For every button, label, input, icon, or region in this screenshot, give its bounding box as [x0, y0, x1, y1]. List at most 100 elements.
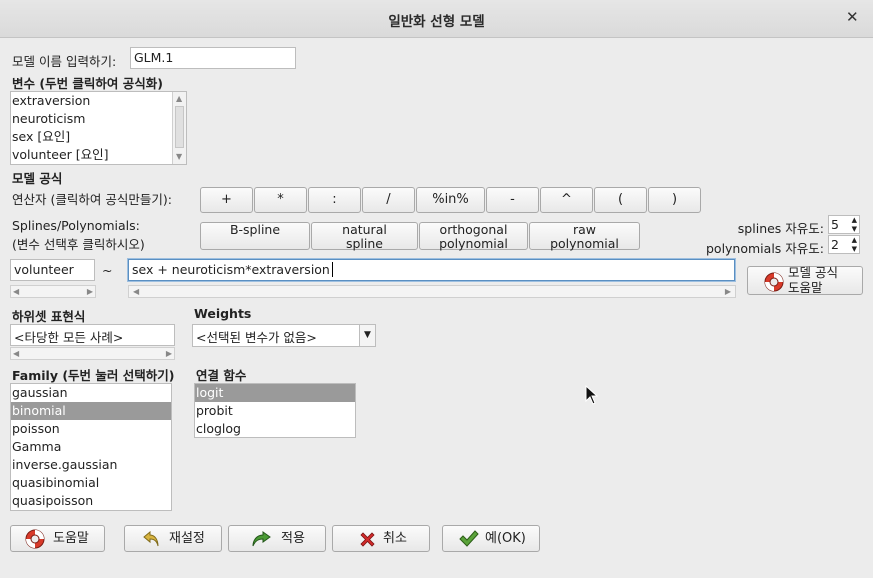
bspline-button[interactable]: B-spline [200, 222, 310, 250]
poly-df-label: polynomials 자유도: [705, 241, 824, 256]
variables-scrollbar[interactable]: ▲ ▼ [172, 92, 186, 164]
scroll-right-icon[interactable]: ▶ [87, 287, 93, 297]
text-cursor [331, 262, 337, 277]
help-button[interactable]: 도움말 [10, 525, 105, 552]
scroll-right-icon[interactable]: ▶ [725, 287, 731, 297]
apply-button[interactable]: 적용 [228, 525, 326, 552]
button-label: 모델 공식 [788, 265, 838, 280]
weights-label: Weights [194, 306, 252, 321]
list-item[interactable]: sex [요인] [11, 128, 186, 146]
scroll-up-icon[interactable]: ▲ [176, 94, 182, 104]
rhs-scrollbar[interactable]: ◀ ▶ [128, 285, 736, 298]
formula-help-label: 모델 공식 도움말 [788, 265, 838, 295]
reset-button[interactable]: 재설정 [124, 525, 222, 552]
formula-help-button[interactable]: 모델 공식 도움말 [747, 265, 863, 295]
subset-scrollbar[interactable]: ◀ ▶ [10, 347, 175, 360]
splines-label: Splines/Polynomials: [12, 218, 140, 233]
raw-polynomial-button[interactable]: raw polynomial [529, 222, 640, 251]
button-label: 재설정 [169, 531, 205, 546]
list-item[interactable]: poisson [11, 420, 171, 438]
chevron-down-icon[interactable]: ▼ [359, 325, 375, 346]
operators-label: 연산자 (클릭하여 공식만들기): [12, 192, 172, 207]
scroll-left-icon[interactable]: ◀ [13, 349, 19, 359]
scroll-right-icon[interactable]: ▶ [166, 349, 172, 359]
natural-spline-button[interactable]: natural spline [311, 222, 418, 251]
variables-listbox[interactable]: extraversion neuroticism sex [요인] volunt… [10, 91, 187, 165]
operator-slash-button[interactable]: / [362, 187, 415, 213]
family-label: Family (두번 눌러 선택하기) [12, 368, 175, 383]
lhs-input[interactable]: volunteer [10, 259, 95, 281]
splines-hint: (변수 선택후 클릭하시오) [12, 237, 145, 252]
link-function-listbox[interactable]: logit probit cloglog [194, 383, 356, 438]
spin-up-icon[interactable]: ▲ [852, 236, 857, 244]
list-item[interactable]: volunteer [요인] [11, 146, 186, 164]
orthogonal-polynomial-button[interactable]: orthogonal polynomial [419, 222, 528, 251]
operator-minus-button[interactable]: - [486, 187, 539, 213]
list-item[interactable]: quasipoisson [11, 492, 171, 510]
operator-colon-button[interactable]: : [308, 187, 361, 213]
list-item[interactable]: cloglog [195, 420, 355, 437]
ok-button[interactable]: 예(OK) [442, 525, 540, 552]
model-formula-label: 모델 공식 [12, 171, 63, 186]
undo-icon [143, 531, 159, 547]
checkmark-icon [459, 530, 479, 547]
button-label: 적용 [281, 531, 305, 546]
scroll-left-icon[interactable]: ◀ [133, 287, 139, 297]
button-label: polynomial [550, 236, 619, 251]
model-name-label: 모델 이름 입력하기: [12, 54, 117, 69]
operator-lparen-button[interactable]: ( [594, 187, 647, 213]
spin-down-icon[interactable]: ▼ [852, 245, 857, 253]
button-label: B-spline [229, 222, 281, 237]
list-item-selected[interactable]: logit [195, 384, 355, 402]
lifebuoy-icon [764, 272, 784, 292]
link-function-label: 연결 함수 [196, 368, 247, 383]
list-item[interactable]: quasibinomial [11, 474, 171, 492]
operator-caret-button[interactable]: ^ [540, 187, 593, 213]
rhs-input[interactable]: sex + neuroticism*extraversion [128, 259, 735, 281]
close-icon[interactable]: ✕ [846, 8, 859, 26]
tilde-label: ~ [102, 263, 113, 278]
weights-value: <선택된 변수가 없음> [196, 330, 317, 345]
weights-select[interactable]: <선택된 변수가 없음> ▼ [192, 324, 376, 347]
redo-icon [252, 531, 271, 547]
button-label: raw [572, 222, 597, 237]
splines-df-spinner[interactable]: 5 ▲ ▼ [828, 215, 860, 234]
list-item[interactable]: gaussian [11, 384, 171, 402]
lifebuoy-icon [25, 529, 45, 549]
scroll-left-icon[interactable]: ◀ [13, 287, 19, 297]
list-item[interactable]: Gamma [11, 438, 171, 456]
mouse-pointer-icon [585, 385, 599, 405]
spin-up-icon[interactable]: ▲ [852, 216, 857, 224]
variables-label: 변수 (두번 클릭하여 공식화) [12, 76, 163, 91]
scroll-thumb[interactable] [175, 106, 184, 148]
lhs-scrollbar[interactable]: ◀ ▶ [10, 285, 96, 298]
rhs-text: sex + neuroticism*extraversion [132, 262, 330, 277]
spinner-value: 5 [831, 217, 839, 232]
list-item[interactable]: probit [195, 402, 355, 420]
button-label: 취소 [383, 531, 407, 546]
spinner-value: 2 [831, 237, 839, 252]
subset-input[interactable]: <타당한 모든 사례> [10, 324, 175, 346]
cancel-button[interactable]: 취소 [332, 525, 430, 552]
model-name-input[interactable]: GLM.1 [130, 47, 296, 69]
list-item[interactable]: inverse.gaussian [11, 456, 171, 474]
button-label: spline [345, 236, 383, 251]
operator-plus-button[interactable]: + [200, 187, 253, 213]
button-label: orthogonal [439, 222, 508, 237]
button-label: 도움말 [53, 531, 89, 546]
button-label: 예(OK) [485, 531, 526, 546]
operator-times-button[interactable]: * [254, 187, 307, 213]
list-item-selected[interactable]: binomial [11, 402, 171, 420]
list-item[interactable]: neuroticism [11, 110, 186, 128]
family-listbox[interactable]: gaussian binomial poisson Gamma inverse.… [10, 383, 172, 511]
operator-in-button[interactable]: %in% [416, 187, 485, 213]
list-item[interactable]: extraversion [11, 92, 186, 110]
scroll-down-icon[interactable]: ▼ [176, 152, 182, 162]
operator-rparen-button[interactable]: ) [648, 187, 701, 213]
poly-df-spinner[interactable]: 2 ▲ ▼ [828, 235, 860, 254]
cancel-x-icon [360, 532, 375, 547]
window-title: 일반화 선형 모델 [388, 14, 485, 30]
splines-df-label: splines 자유도: [737, 221, 824, 236]
spin-down-icon[interactable]: ▼ [852, 225, 857, 233]
subset-label: 하위셋 표현식 [12, 309, 86, 324]
